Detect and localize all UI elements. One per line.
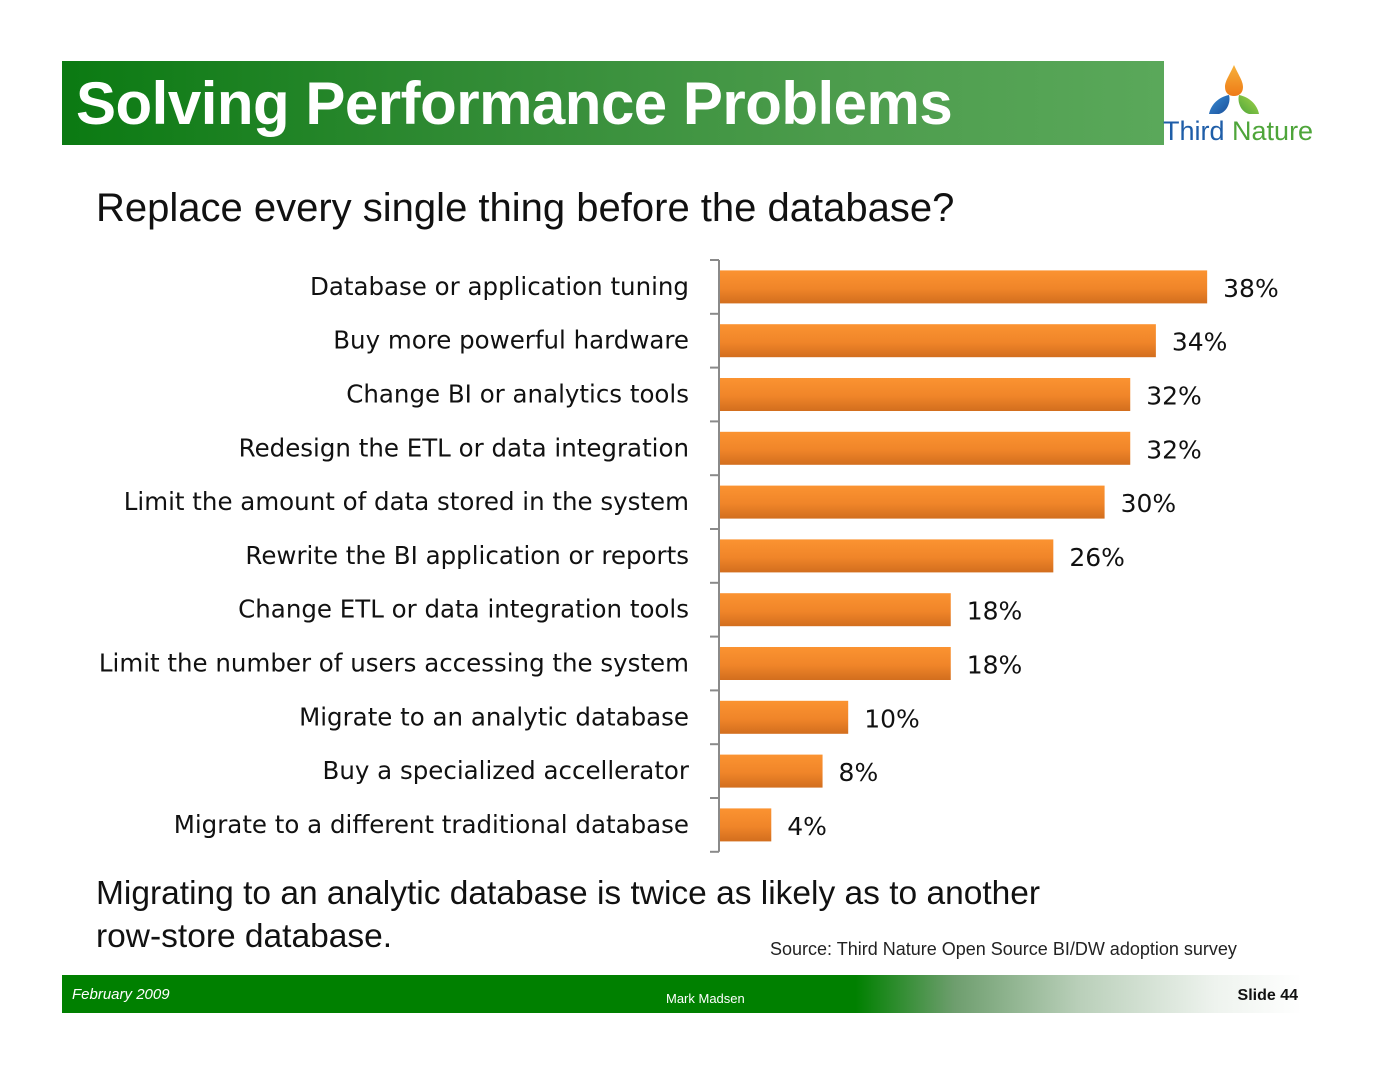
value-label: 32% bbox=[1146, 382, 1202, 411]
value-label: 34% bbox=[1172, 328, 1228, 357]
value-label: 18% bbox=[967, 651, 1023, 680]
bar bbox=[720, 378, 1131, 411]
bar bbox=[720, 539, 1054, 573]
value-label: 18% bbox=[967, 597, 1023, 626]
category-label: Limit the number of users accessing the … bbox=[99, 649, 689, 678]
bar bbox=[720, 324, 1156, 358]
category-label: Change ETL or data integration tools bbox=[238, 595, 689, 624]
conclusion-line-1: Migrating to an analytic database is twi… bbox=[96, 875, 1041, 912]
category-label: Database or application tuning bbox=[310, 272, 689, 301]
bar bbox=[720, 700, 849, 734]
category-label: Buy more powerful hardware bbox=[333, 326, 689, 355]
bar bbox=[720, 808, 772, 842]
category-label: Rewrite the BI application or reports bbox=[245, 541, 689, 570]
bar bbox=[720, 647, 951, 680]
footer-author: Mark Madsen bbox=[666, 991, 745, 1006]
category-label: Change BI or analytics tools bbox=[346, 380, 689, 409]
bar bbox=[720, 431, 1131, 465]
footer-bar: February 2009 Mark Madsen Slide 44 bbox=[62, 975, 1302, 1013]
value-label: 8% bbox=[839, 758, 879, 787]
category-label: Buy a specialized accellerator bbox=[323, 756, 690, 785]
slide-number: Slide 44 bbox=[1237, 987, 1298, 1004]
value-label: 32% bbox=[1146, 435, 1202, 464]
bar bbox=[720, 754, 823, 788]
value-label: 26% bbox=[1069, 543, 1125, 572]
category-label: Migrate to an analytic database bbox=[299, 702, 689, 731]
bar bbox=[720, 270, 1208, 304]
bar bbox=[720, 593, 951, 627]
value-label: 10% bbox=[864, 704, 920, 733]
value-label: 30% bbox=[1121, 489, 1177, 518]
bar bbox=[720, 485, 1105, 519]
source-note: Source: Third Nature Open Source BI/DW a… bbox=[770, 939, 1237, 959]
value-label: 4% bbox=[787, 812, 827, 841]
value-label: 38% bbox=[1223, 274, 1279, 303]
footer-date: February 2009 bbox=[72, 986, 170, 1003]
category-label: Migrate to a different traditional datab… bbox=[174, 810, 689, 839]
category-label: Limit the amount of data stored in the s… bbox=[124, 487, 689, 516]
category-label: Redesign the ETL or data integration bbox=[239, 433, 689, 462]
